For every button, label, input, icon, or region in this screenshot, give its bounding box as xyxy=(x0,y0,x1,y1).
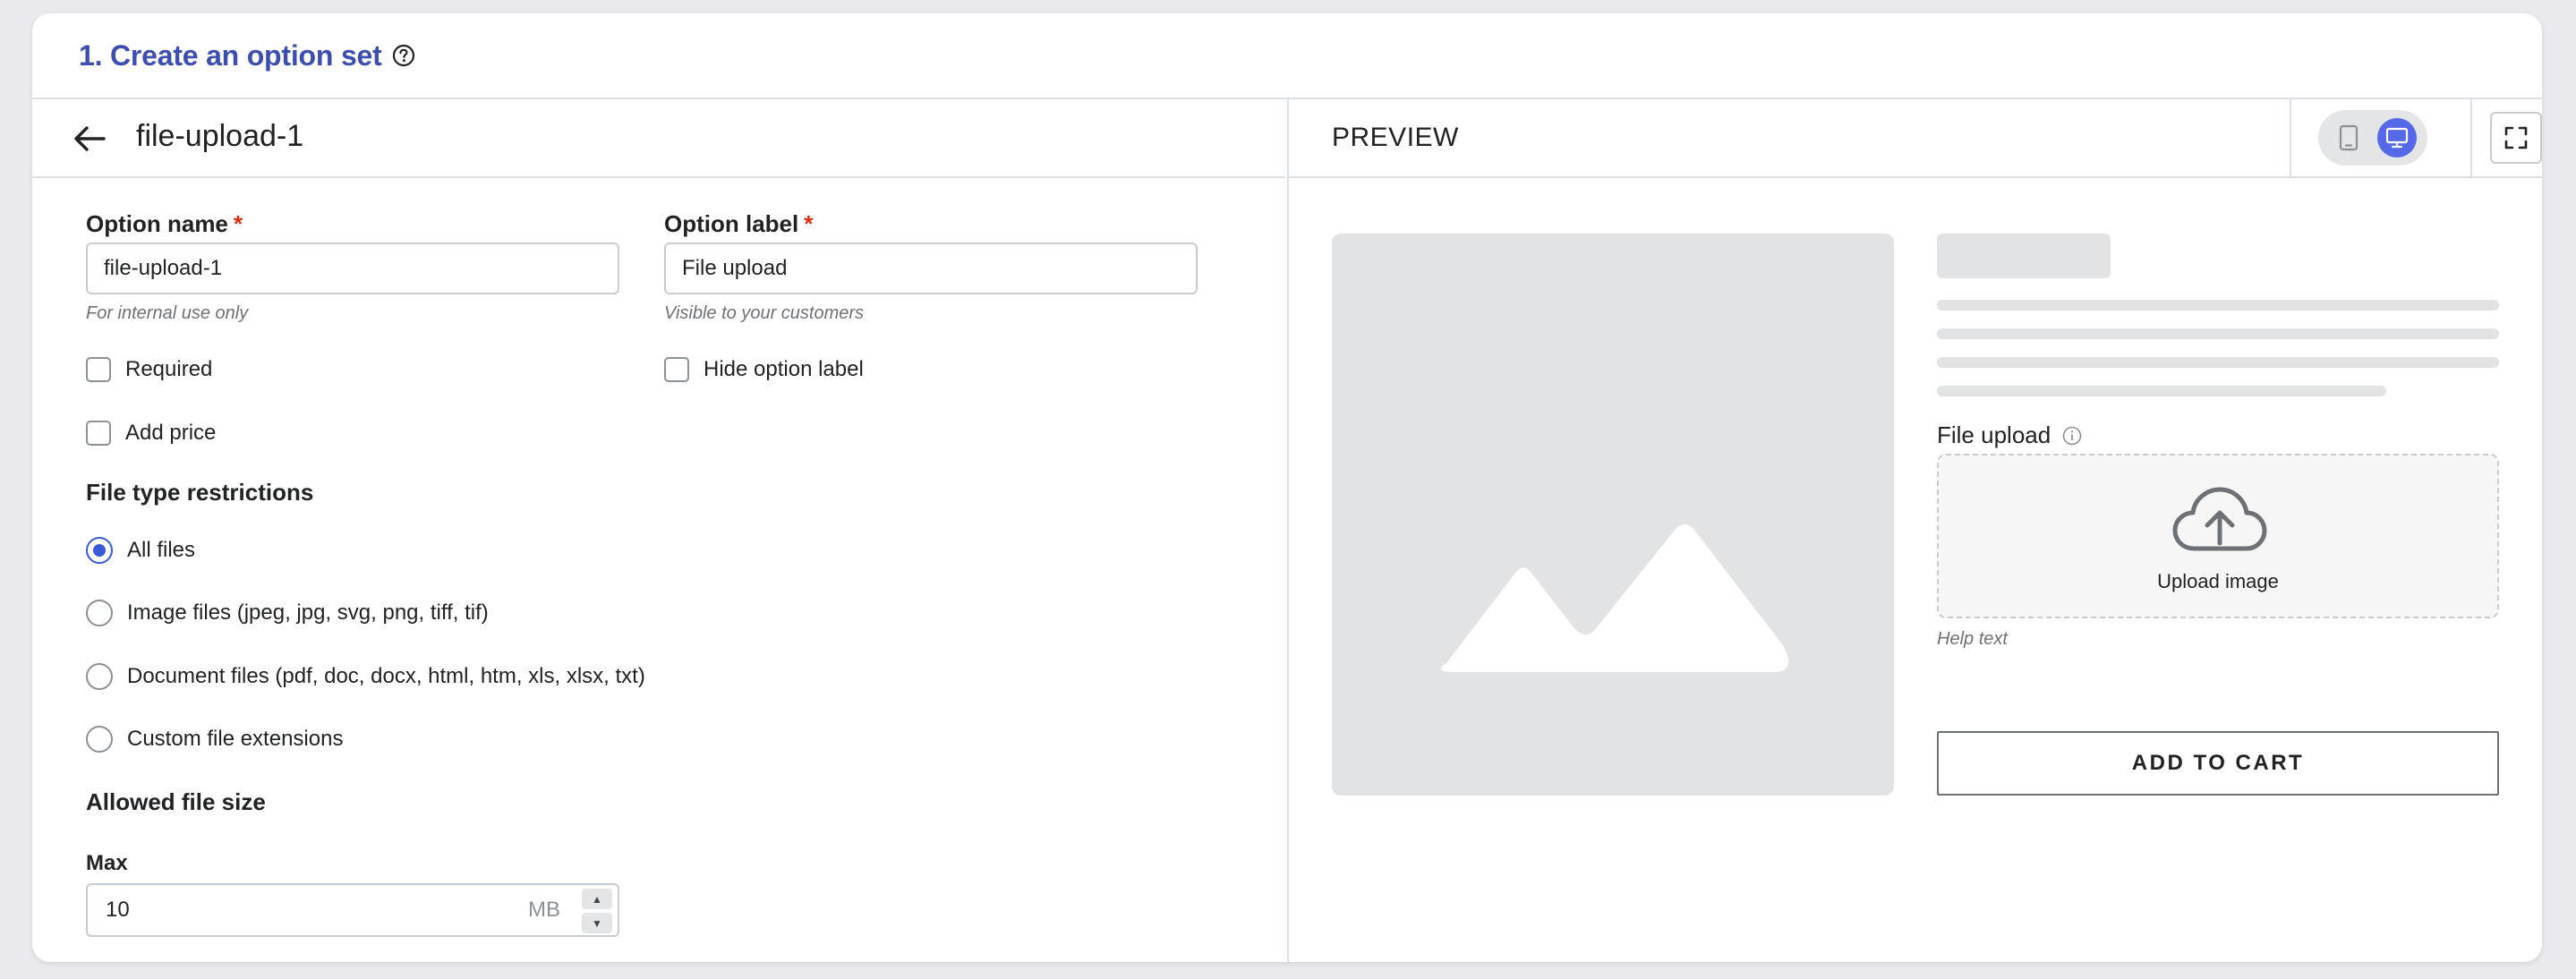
radio-document-files[interactable]: Document files (pdf, doc, docx, html, ht… xyxy=(86,663,645,690)
allowed-file-size-title: Allowed file size xyxy=(86,788,266,815)
stepper-down-icon[interactable]: ▼ xyxy=(582,913,612,933)
add-price-checkbox-row[interactable]: Add price xyxy=(86,421,216,446)
max-file-size-value: 10 xyxy=(106,898,130,922)
option-name-hint: For internal use only xyxy=(86,303,249,323)
option-label-label: Option label * xyxy=(664,210,813,238)
option-name-label-text: Option name xyxy=(86,210,228,237)
fullscreen-button[interactable] xyxy=(2490,112,2542,164)
mobile-icon xyxy=(2339,124,2358,151)
preview-header: PREVIEW xyxy=(1289,99,2542,178)
stepper-up-icon[interactable]: ▲ xyxy=(582,889,612,909)
device-switcher xyxy=(2290,99,2472,178)
quantity-stepper[interactable]: ▲ ▼ xyxy=(582,889,612,933)
radio-button[interactable] xyxy=(86,537,113,564)
desktop-icon xyxy=(2385,127,2409,149)
option-label-value: File upload xyxy=(682,256,788,280)
info-icon[interactable] xyxy=(2061,425,2083,447)
required-mark: * xyxy=(233,210,243,237)
radio-label: Document files (pdf, doc, docx, html, ht… xyxy=(127,664,645,688)
image-icon xyxy=(1441,524,1789,672)
card-title: 1. Create an option set xyxy=(79,38,382,72)
text-skeleton xyxy=(1937,357,2499,368)
text-skeleton xyxy=(1937,386,2386,396)
add-to-cart-button[interactable]: ADD TO CART xyxy=(1937,731,2499,796)
hide-option-label-checkbox[interactable] xyxy=(664,357,689,382)
required-checkbox-label: Required xyxy=(125,357,213,381)
radio-label: All files xyxy=(127,538,196,562)
max-file-size-input[interactable]: 10 MB ▲ ▼ xyxy=(86,883,619,937)
add-price-checkbox[interactable] xyxy=(86,421,111,446)
option-label-hint: Visible to your customers xyxy=(664,303,865,323)
preview-title: PREVIEW xyxy=(1332,123,1459,152)
radio-button[interactable] xyxy=(86,600,113,626)
required-mark: * xyxy=(804,210,814,237)
required-checkbox-row[interactable]: Required xyxy=(86,357,212,382)
help-circle-icon[interactable] xyxy=(391,43,416,68)
radio-button[interactable] xyxy=(86,726,113,753)
file-upload-dropzone[interactable]: Upload image xyxy=(1937,454,2499,618)
add-price-checkbox-label: Add price xyxy=(125,421,217,445)
cloud-upload-icon xyxy=(2172,487,2267,551)
editor-header: file-upload-1 xyxy=(32,99,1285,178)
max-file-size-unit: MB xyxy=(528,898,560,922)
option-set-card: 1. Create an option set file-upload-1 Op… xyxy=(32,13,2542,962)
option-editor: file-upload-1 Option name * file-upload-1… xyxy=(32,99,1285,962)
file-type-restrictions-title: File type restrictions xyxy=(86,479,314,506)
option-name-input[interactable]: file-upload-1 xyxy=(86,243,619,294)
arrow-left-icon xyxy=(74,126,106,151)
radio-label: Custom file extensions xyxy=(127,727,344,751)
upload-image-text: Upload image xyxy=(2157,570,2279,592)
option-label-label-text: Option label xyxy=(664,210,799,237)
hide-option-label-checkbox-row[interactable]: Hide option label xyxy=(664,357,864,382)
option-name-value: file-upload-1 xyxy=(104,256,223,280)
back-button[interactable] xyxy=(72,121,107,157)
preview-pane: PREVIEW File upload Upload image Help te… xyxy=(1287,99,2542,962)
file-upload-label-text: File upload xyxy=(1937,421,2051,448)
mobile-view-button[interactable] xyxy=(2329,118,2368,157)
file-upload-label: File upload xyxy=(1937,421,2083,449)
product-image-placeholder xyxy=(1332,234,1894,796)
text-skeleton xyxy=(1937,300,2499,311)
title-skeleton xyxy=(1937,234,2111,278)
option-label-input[interactable]: File upload xyxy=(664,243,1198,294)
radio-all-files[interactable]: All files xyxy=(86,537,195,564)
option-name-label: Option name * xyxy=(86,210,243,238)
card-header: 1. Create an option set xyxy=(32,13,2542,99)
desktop-view-button[interactable] xyxy=(2377,118,2417,157)
fullscreen-icon xyxy=(2504,126,2528,149)
radio-custom-extensions[interactable]: Custom file extensions xyxy=(86,726,343,753)
required-checkbox[interactable] xyxy=(86,357,111,382)
radio-button[interactable] xyxy=(86,663,113,690)
max-label: Max xyxy=(86,851,128,875)
help-text: Help text xyxy=(1937,629,2008,649)
text-skeleton xyxy=(1937,328,2499,339)
radio-label: Image files (jpeg, jpg, svg, png, tiff, … xyxy=(127,600,489,625)
option-title: file-upload-1 xyxy=(136,119,304,153)
device-toggle xyxy=(2318,110,2427,166)
hide-option-label-checkbox-label: Hide option label xyxy=(704,357,864,381)
radio-image-files[interactable]: Image files (jpeg, jpg, svg, png, tiff, … xyxy=(86,600,489,626)
